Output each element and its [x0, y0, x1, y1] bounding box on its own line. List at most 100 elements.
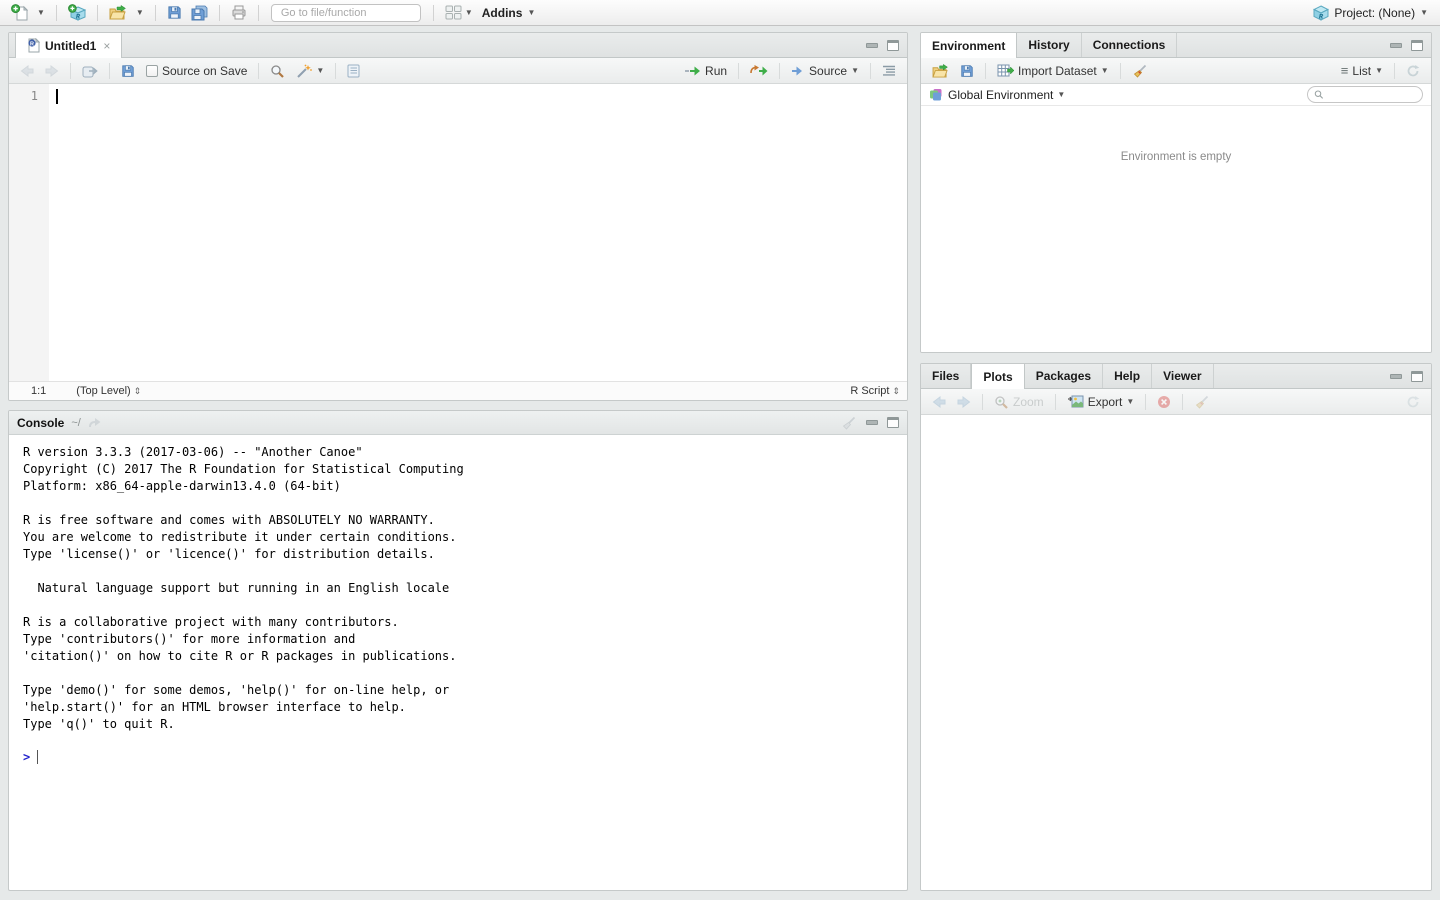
open-file-button[interactable] — [106, 4, 130, 21]
environment-toolbar-right: ≡ List ▼ — [1337, 62, 1424, 79]
source-on-save-checkbox[interactable] — [146, 65, 158, 77]
refresh-plot-button[interactable] — [1402, 394, 1424, 410]
plots-tabbar: Files Plots Packages Help Viewer — [921, 364, 1431, 389]
file-type-selector[interactable]: R Script ⇕ — [850, 385, 900, 397]
editor-text-area[interactable] — [49, 84, 907, 381]
tab-connections[interactable]: Connections — [1082, 33, 1178, 57]
svg-text:R: R — [30, 41, 34, 47]
display-mode-button[interactable]: ≡ List ▼ — [1337, 62, 1387, 79]
tab-environment[interactable]: Environment — [921, 33, 1017, 58]
chevron-down-icon: ▼ — [1420, 9, 1428, 17]
cursor-position: 1:1 — [31, 385, 46, 397]
save-workspace-button[interactable] — [956, 63, 978, 79]
forward-button[interactable] — [41, 64, 63, 78]
goto-file-input[interactable] — [281, 7, 423, 19]
right-column: Environment History Connections I — [920, 32, 1432, 891]
console-popout-button[interactable] — [88, 417, 101, 428]
export-plot-button[interactable]: Export ▼ — [1063, 394, 1139, 410]
toolbar-separator — [335, 63, 336, 79]
compile-report-button[interactable] — [343, 63, 364, 79]
previous-plot-button[interactable] — [928, 395, 950, 409]
maximize-icon[interactable] — [1411, 371, 1423, 382]
environment-scope-label: Global Environment — [948, 88, 1053, 102]
close-icon[interactable]: × — [103, 39, 110, 53]
new-project-icon: R — [68, 4, 86, 21]
tab-label: Connections — [1093, 38, 1166, 52]
save-icon — [167, 5, 182, 20]
scope-selector[interactable]: (Top Level) ⇕ — [76, 385, 141, 397]
import-dataset-button[interactable]: Import Dataset ▼ — [993, 63, 1113, 79]
console-prompt-line: > — [23, 750, 907, 764]
clear-console-button[interactable] — [841, 416, 857, 430]
forward-arrow-icon — [45, 65, 59, 77]
tab-help[interactable]: Help — [1103, 364, 1152, 388]
minimize-icon[interactable] — [866, 420, 878, 425]
open-file-dropdown[interactable]: ▼ — [133, 8, 147, 18]
new-file-button[interactable] — [8, 3, 31, 22]
tab-files[interactable]: Files — [921, 364, 971, 388]
save-icon — [960, 64, 974, 78]
source-button[interactable]: Source ▼ — [787, 63, 863, 79]
minimize-icon[interactable] — [1390, 374, 1402, 379]
addins-label: Addins — [482, 6, 523, 20]
back-button[interactable] — [16, 64, 38, 78]
project-menu-button[interactable]: R Project: (None) ▼ — [1309, 4, 1432, 22]
search-icon — [1314, 89, 1324, 100]
source-minmax — [866, 33, 899, 57]
environment-search-input[interactable] — [1327, 89, 1416, 101]
rerun-icon — [750, 65, 768, 77]
minimize-icon[interactable] — [866, 43, 878, 48]
print-button[interactable] — [228, 4, 250, 21]
source-toolbar: Source on Save ▼ Run — [9, 58, 907, 84]
code-tools-button[interactable]: ▼ — [292, 63, 328, 79]
popout-icon — [82, 64, 98, 78]
r-script-icon: R — [27, 38, 40, 53]
clear-workspace-button[interactable] — [1128, 63, 1152, 79]
run-button[interactable]: Run — [680, 63, 731, 79]
environment-search[interactable] — [1307, 86, 1423, 103]
tab-history[interactable]: History — [1017, 33, 1081, 57]
next-plot-button[interactable] — [953, 395, 975, 409]
toolbar-separator — [1394, 63, 1395, 79]
new-file-dropdown[interactable]: ▼ — [34, 8, 48, 18]
zoom-plot-button[interactable]: Zoom — [990, 394, 1048, 410]
maximize-icon[interactable] — [1411, 40, 1423, 51]
clear-plots-button[interactable] — [1190, 394, 1214, 410]
document-outline-button[interactable] — [878, 64, 900, 77]
remove-plot-button[interactable] — [1153, 394, 1175, 410]
maximize-icon[interactable] — [887, 40, 899, 51]
minimize-icon[interactable] — [1390, 43, 1402, 48]
source-label: Source — [809, 64, 847, 78]
tab-plots[interactable]: Plots — [971, 364, 1024, 389]
pane-layout-button[interactable]: ▼ — [442, 4, 476, 21]
source-on-save-toggle[interactable]: Source on Save — [142, 63, 251, 79]
console-body[interactable]: R version 3.3.3 (2017-03-06) -- "Another… — [9, 435, 907, 890]
save-icon — [121, 64, 135, 78]
chevron-down-icon: ▼ — [316, 67, 324, 75]
tab-label: Help — [1114, 369, 1140, 383]
maximize-icon[interactable] — [887, 417, 899, 428]
open-in-window-button[interactable] — [78, 63, 102, 79]
source-toolbar-right: Run Source ▼ — [680, 63, 900, 79]
tab-untitled1[interactable]: R Untitled1 × — [15, 33, 122, 58]
chevron-down-icon: ▼ — [136, 9, 144, 17]
rerun-button[interactable] — [746, 64, 772, 78]
code-editor[interactable]: 1 — [9, 84, 907, 381]
refresh-button[interactable] — [1402, 63, 1424, 79]
tab-viewer[interactable]: Viewer — [1152, 364, 1213, 388]
environment-scope-selector[interactable]: Global Environment ▼ — [929, 88, 1065, 102]
goto-file-search[interactable] — [271, 4, 421, 22]
back-arrow-icon — [932, 396, 946, 408]
source-tabbar: R Untitled1 × — [9, 33, 907, 58]
load-workspace-button[interactable] — [928, 63, 953, 79]
save-all-button[interactable] — [188, 4, 211, 22]
console-title: Console — [17, 416, 64, 430]
toolbar-separator — [779, 63, 780, 79]
save-source-button[interactable] — [117, 63, 139, 79]
tab-packages[interactable]: Packages — [1025, 364, 1103, 388]
new-project-button[interactable]: R — [65, 3, 89, 22]
zoom-label: Zoom — [1013, 395, 1044, 409]
find-replace-button[interactable] — [266, 63, 289, 79]
addins-button[interactable]: Addins ▼ — [479, 5, 539, 21]
save-button[interactable] — [164, 4, 185, 21]
